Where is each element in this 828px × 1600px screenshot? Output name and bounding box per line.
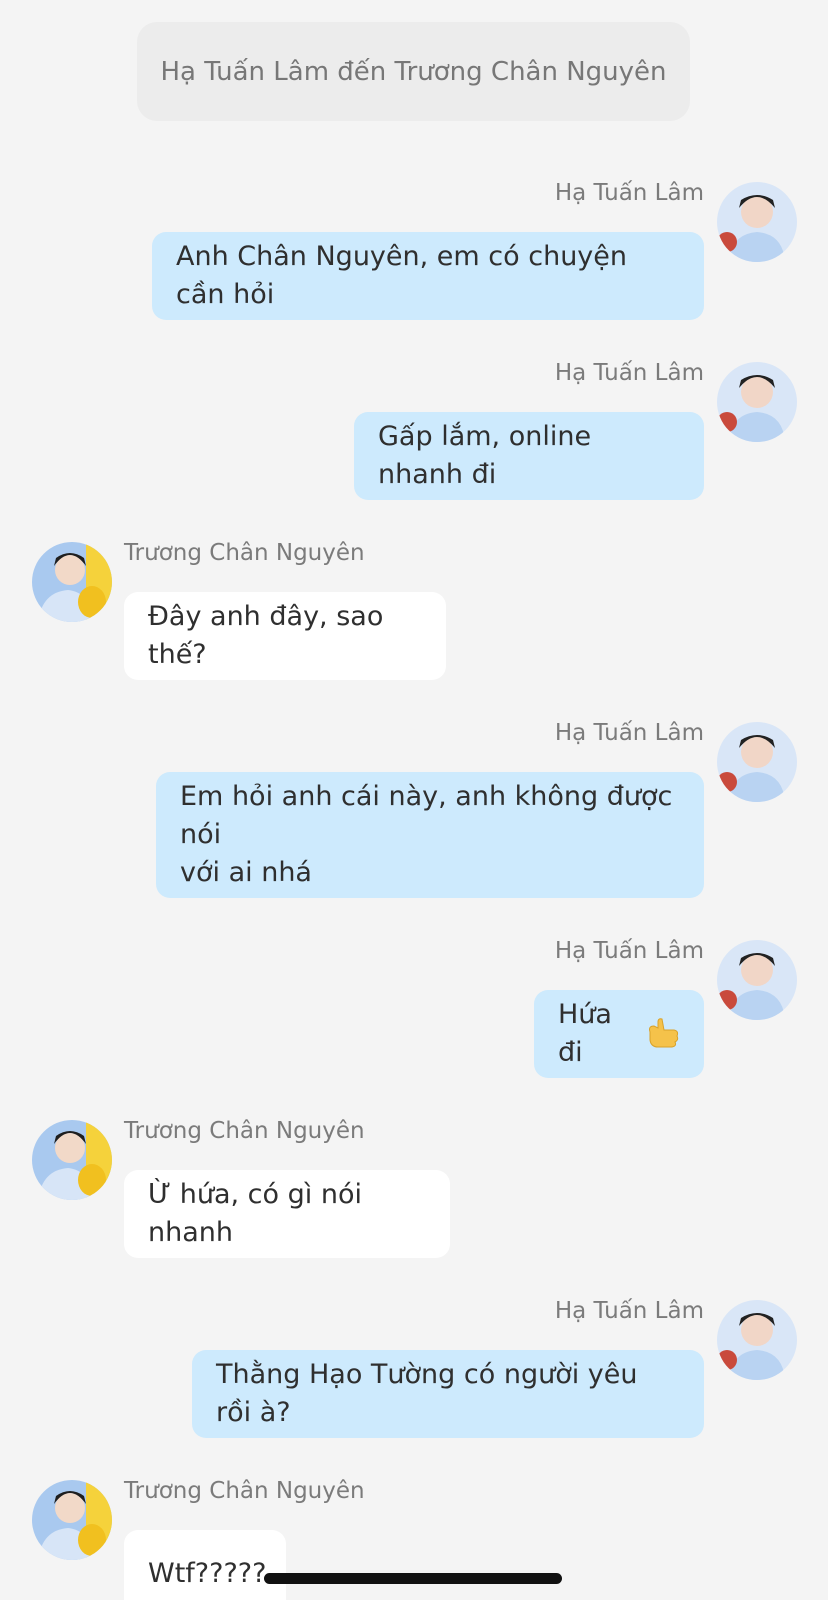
message-text: Hứa đi [558,999,612,1068]
avatar-truong-chan-nguyen[interactable] [32,542,112,622]
message-row: Hạ Tuấn Lâm Em hỏi anh cái này, anh khôn… [0,720,828,900]
conversation-title: Hạ Tuấn Lâm đến Trương Chân Nguyên [137,22,690,121]
message-bubble[interactable]: Wtf????? [124,1530,286,1600]
message-text: Ừ hứa, có gì nói nhanh [148,1179,362,1248]
message-bubble[interactable]: Ừ hứa, có gì nói nhanh [124,1170,450,1258]
sender-name: Hạ Tuấn Lâm [554,360,704,386]
message-text-line-2: với ai nhá [180,857,312,888]
message-bubble[interactable]: Gấp lắm, online nhanh đi [354,412,704,500]
message-row: Trương Chân Nguyên Ừ hứa, có gì nói nhan… [0,1118,828,1258]
sender-name: Hạ Tuấn Lâm [554,1298,704,1324]
avatar-truong-chan-nguyen[interactable] [32,1480,112,1560]
avatar-ha-tuan-lam[interactable] [717,362,797,442]
sender-name: Hạ Tuấn Lâm [554,180,704,206]
sender-name: Hạ Tuấn Lâm [554,720,704,746]
avatar-ha-tuan-lam[interactable] [717,1300,797,1380]
message-text: Wtf????? [148,1558,267,1589]
message-text: Thằng Hạo Tường có người yêu rồi à? [216,1359,638,1428]
sender-name: Trương Chân Nguyên [124,1478,365,1504]
avatar-ha-tuan-lam[interactable] [717,722,797,802]
message-text-line-1: Em hỏi anh cái này, anh không được nói [180,781,673,850]
message-bubble[interactable]: Em hỏi anh cái này, anh không được nói v… [156,772,704,898]
message-row: Trương Chân Nguyên Đây anh đây, sao thế? [0,540,828,680]
avatar-ha-tuan-lam[interactable] [717,940,797,1020]
avatar-truong-chan-nguyen[interactable] [32,1120,112,1200]
home-indicator[interactable] [264,1573,562,1584]
sender-name: Hạ Tuấn Lâm [554,938,704,964]
call-me-hand-emoji [646,1018,680,1050]
message-text: Đây anh đây, sao thế? [148,601,384,670]
message-text: Anh Chân Nguyên, em có chuyện cần hỏi [176,241,628,310]
message-bubble[interactable]: Đây anh đây, sao thế? [124,592,446,680]
message-row: Hạ Tuấn Lâm Thằng Hạo Tường có người yêu… [0,1298,828,1438]
message-row: Hạ Tuấn Lâm Hứa đi [0,938,828,1078]
message-row: Hạ Tuấn Lâm Gấp lắm, online nhanh đi [0,360,828,500]
message-bubble[interactable]: Hứa đi [534,990,704,1078]
sender-name: Trương Chân Nguyên [124,540,365,566]
avatar-ha-tuan-lam[interactable] [717,182,797,262]
chat-screen: Hạ Tuấn Lâm đến Trương Chân Nguyên Hạ Tu… [0,0,828,1600]
message-bubble[interactable]: Anh Chân Nguyên, em có chuyện cần hỏi [152,232,704,320]
sender-name: Trương Chân Nguyên [124,1118,365,1144]
message-row: Hạ Tuấn Lâm Anh Chân Nguyên, em có chuyệ… [0,180,828,320]
message-bubble[interactable]: Thằng Hạo Tường có người yêu rồi à? [192,1350,704,1438]
message-text: Gấp lắm, online nhanh đi [378,421,592,490]
